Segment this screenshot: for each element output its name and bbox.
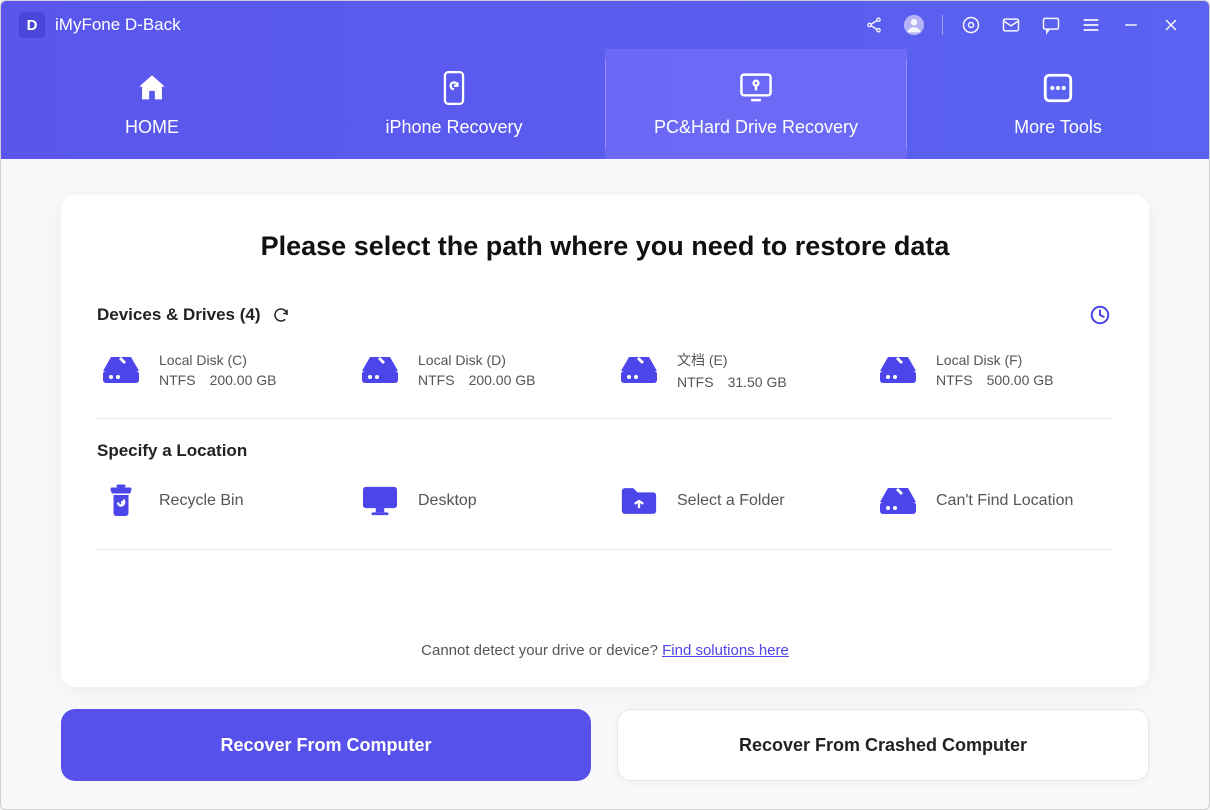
more-icon — [1041, 71, 1075, 105]
hint-plain: Cannot detect your drive or device? — [421, 642, 662, 659]
drive-name: Local Disk (D) — [418, 352, 536, 368]
menu-icon[interactable] — [1076, 10, 1106, 40]
content-area: Please select the path where you need to… — [1, 159, 1209, 809]
tab-label: iPhone Recovery — [385, 117, 522, 138]
hint-link[interactable]: Find solutions here — [662, 642, 789, 659]
recycle-bin-icon — [99, 483, 143, 519]
devices-header-text: Devices & Drives (4) — [97, 305, 260, 325]
location-recycle-bin[interactable]: Recycle Bin — [97, 479, 336, 523]
drive-fs: NTFS — [159, 372, 196, 388]
share-icon[interactable] — [859, 10, 889, 40]
drive-name: 文档 (E) — [677, 350, 787, 370]
drive-item[interactable]: 文档 (E) NTFS 31.50 GB — [615, 346, 854, 394]
location-cant-find[interactable]: Can't Find Location — [874, 479, 1113, 523]
drive-item[interactable]: Local Disk (D) NTFS 200.00 GB — [356, 346, 595, 394]
tab-label: PC&Hard Drive Recovery — [654, 117, 858, 138]
locations-section-header: Specify a Location — [97, 441, 1113, 461]
drives-grid: Local Disk (C) NTFS 200.00 GB Local Disk … — [97, 346, 1113, 419]
tab-iphone-recovery[interactable]: iPhone Recovery — [303, 49, 605, 159]
account-icon[interactable] — [899, 10, 929, 40]
selection-card: Please select the path where you need to… — [61, 195, 1149, 687]
app-title: iMyFone D-Back — [55, 15, 181, 35]
history-icon[interactable] — [1087, 302, 1113, 328]
location-label: Select a Folder — [677, 492, 785, 510]
locations-header-text: Specify a Location — [97, 441, 247, 461]
tab-label: HOME — [125, 117, 179, 138]
monitor-key-icon — [739, 71, 773, 105]
tab-label: More Tools — [1014, 117, 1102, 138]
recover-from-crashed-button[interactable]: Recover From Crashed Computer — [617, 709, 1149, 781]
title-bar: D iMyFone D-Back — [1, 1, 1209, 49]
tab-more-tools[interactable]: More Tools — [907, 49, 1209, 159]
location-select-folder[interactable]: Select a Folder — [615, 479, 854, 523]
separator — [942, 15, 943, 35]
refresh-icon[interactable] — [270, 304, 292, 326]
page-heading: Please select the path where you need to… — [97, 231, 1113, 262]
folder-icon — [617, 483, 661, 519]
home-icon — [135, 71, 169, 105]
feedback-icon[interactable] — [1036, 10, 1066, 40]
hint-text: Cannot detect your drive or device? Find… — [97, 572, 1113, 659]
drive-size: 31.50 GB — [728, 374, 787, 390]
settings-icon[interactable] — [956, 10, 986, 40]
drive-size: 500.00 GB — [987, 372, 1054, 388]
recover-from-computer-button[interactable]: Recover From Computer — [61, 709, 591, 781]
devices-section-header: Devices & Drives (4) — [97, 302, 1113, 328]
mail-icon[interactable] — [996, 10, 1026, 40]
unknown-disk-icon — [876, 483, 920, 519]
disk-icon — [99, 352, 143, 388]
location-label: Desktop — [418, 492, 477, 510]
tab-pc-recovery[interactable]: PC&Hard Drive Recovery — [605, 49, 907, 159]
tab-home[interactable]: HOME — [1, 49, 303, 159]
drive-item[interactable]: Local Disk (F) NTFS 500.00 GB — [874, 346, 1113, 394]
drive-name: Local Disk (C) — [159, 352, 277, 368]
location-label: Can't Find Location — [936, 492, 1073, 510]
drive-item[interactable]: Local Disk (C) NTFS 200.00 GB — [97, 346, 336, 394]
disk-icon — [358, 352, 402, 388]
close-icon[interactable] — [1156, 10, 1186, 40]
drive-size: 200.00 GB — [469, 372, 536, 388]
minimize-icon[interactable] — [1116, 10, 1146, 40]
action-buttons: Recover From Computer Recover From Crash… — [61, 709, 1149, 781]
drive-fs: NTFS — [936, 372, 973, 388]
location-desktop[interactable]: Desktop — [356, 479, 595, 523]
drive-fs: NTFS — [677, 374, 714, 390]
disk-icon — [617, 352, 661, 388]
app-logo: D — [19, 12, 45, 38]
location-label: Recycle Bin — [159, 492, 243, 510]
drive-size: 200.00 GB — [210, 372, 277, 388]
drive-name: Local Disk (F) — [936, 352, 1054, 368]
disk-icon — [876, 352, 920, 388]
phone-refresh-icon — [437, 71, 471, 105]
locations-grid: Recycle Bin Desktop Select a Folder — [97, 479, 1113, 550]
drive-fs: NTFS — [418, 372, 455, 388]
main-tabs: HOME iPhone Recovery PC&Hard Drive Recov… — [1, 49, 1209, 159]
desktop-icon — [358, 483, 402, 519]
